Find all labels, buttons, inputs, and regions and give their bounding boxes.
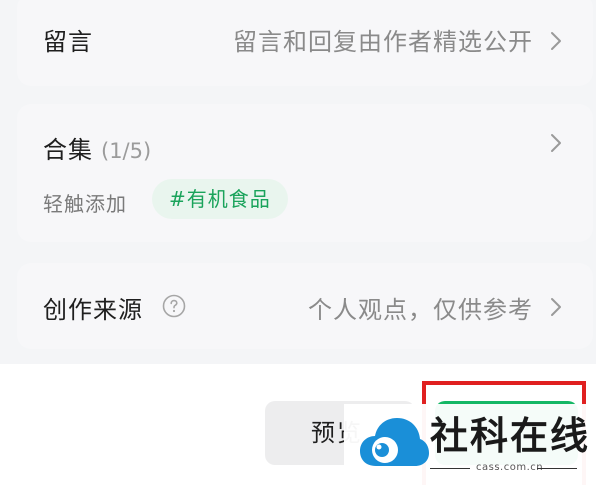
collection-title-label: 合集	[43, 136, 93, 164]
comment-settings-row[interactable]: 留言 留言和回复由作者精选公开	[17, 0, 593, 86]
watermark-url: cass.com.cn	[476, 462, 544, 473]
chevron-right-icon	[551, 298, 561, 316]
chevron-right-icon	[551, 134, 561, 152]
watermark: 社科在线 cass.com.cn	[344, 404, 596, 485]
collection-title: 合集 (1/5)	[43, 130, 151, 165]
collection-settings-row[interactable]: 合集 (1/5) 轻触添加 #有机食品	[17, 104, 593, 242]
article-settings-page: 留言 留言和回复由作者精选公开 合集 (1/5) 轻触添加 #有机食品 创作来源 …	[0, 0, 596, 485]
source-title: 创作来源	[43, 296, 143, 324]
help-icon[interactable]	[162, 294, 186, 318]
source-settings-row[interactable]: 创作来源 个人观点，仅供参考	[17, 263, 593, 349]
watermark-line-right	[537, 468, 577, 469]
watermark-title: 社科在线	[430, 414, 591, 458]
chevron-right-icon	[551, 32, 561, 50]
collection-count: (1/5)	[101, 139, 152, 163]
source-value: 个人观点，仅供参考	[308, 296, 533, 324]
collection-add-hint: 轻触添加	[43, 192, 127, 216]
watermark-line-left	[430, 468, 470, 469]
comment-value: 留言和回复由作者精选公开	[233, 28, 533, 56]
cloud-eye-logo-icon	[360, 418, 429, 466]
comment-title: 留言	[43, 28, 93, 56]
collection-tag[interactable]: #有机食品	[152, 179, 288, 219]
